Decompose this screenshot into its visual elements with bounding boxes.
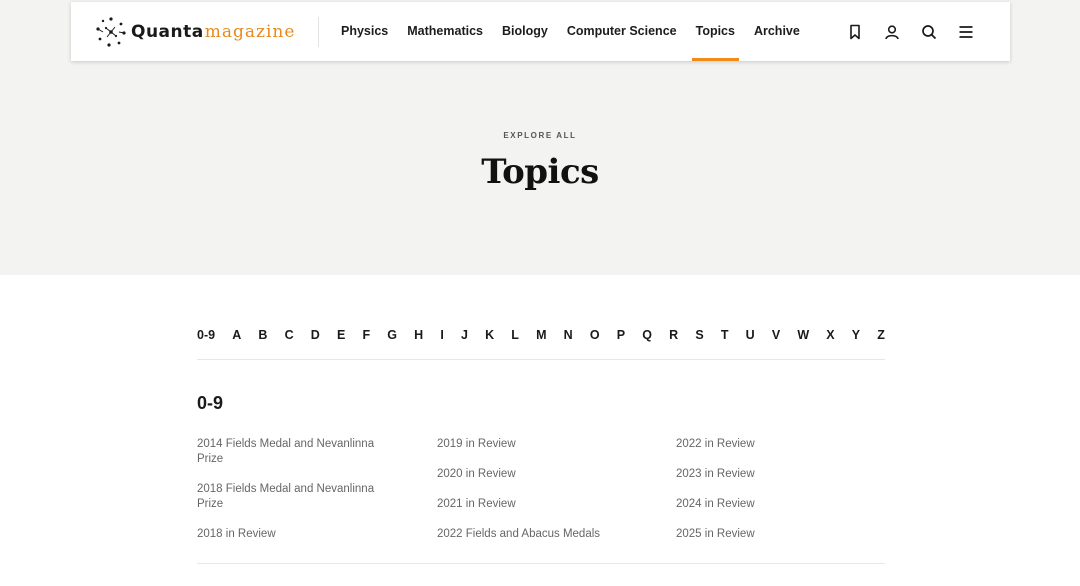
topic-column-1: 2014 Fields Medal and Nevanlinna Prize 2… — [197, 437, 397, 557]
nav-topics[interactable]: Topics — [691, 2, 740, 61]
menu-button[interactable] — [956, 22, 976, 42]
site-header: Quanta magazine Physics Mathematics Biolo… — [71, 2, 1010, 61]
user-icon — [885, 24, 899, 39]
alpha-x[interactable]: X — [826, 328, 834, 342]
account-button[interactable] — [882, 22, 902, 42]
alpha-l[interactable]: L — [511, 328, 519, 342]
logo-text-quanta: Quanta — [131, 22, 204, 42]
search-button[interactable] — [919, 22, 939, 42]
topic-link[interactable]: 2021 in Review — [437, 497, 667, 512]
alpha-i[interactable]: I — [440, 328, 443, 342]
quanta-logo-icon — [96, 17, 126, 47]
alpha-y[interactable]: Y — [852, 328, 860, 342]
hero-eyebrow: EXPLORE ALL — [503, 131, 577, 140]
nav-biology[interactable]: Biology — [502, 2, 548, 61]
topic-column-2: 2019 in Review 2020 in Review 2021 in Re… — [437, 437, 667, 557]
alpha-m[interactable]: M — [536, 328, 546, 342]
topic-link[interactable]: 2018 Fields Medal and Nevanlinna Prize — [197, 482, 397, 512]
alphabet-divider — [197, 359, 885, 360]
topic-link[interactable]: 2025 in Review — [676, 527, 876, 542]
alpha-n[interactable]: N — [564, 328, 573, 342]
alpha-p[interactable]: P — [617, 328, 625, 342]
topic-column-3: 2022 in Review 2023 in Review 2024 in Re… — [676, 437, 876, 557]
topic-link[interactable]: 2023 in Review — [676, 467, 876, 482]
bookmark-icon — [850, 24, 860, 39]
topic-link[interactable]: 2019 in Review — [437, 437, 667, 452]
nav-archive[interactable]: Archive — [754, 2, 800, 61]
section-divider — [197, 563, 885, 564]
page-title: Topics — [481, 152, 599, 192]
alpha-a[interactable]: A — [232, 328, 241, 342]
topic-link[interactable]: 2022 in Review — [676, 437, 876, 452]
topic-link[interactable]: 2022 Fields and Abacus Medals — [437, 527, 667, 542]
bookmark-button[interactable] — [845, 22, 865, 42]
alpha-c[interactable]: C — [285, 328, 294, 342]
alpha-s[interactable]: S — [695, 328, 703, 342]
alpha-k[interactable]: K — [485, 328, 494, 342]
alpha-r[interactable]: R — [669, 328, 678, 342]
alpha-q[interactable]: Q — [642, 328, 652, 342]
alpha-v[interactable]: V — [772, 328, 780, 342]
alpha-j[interactable]: J — [461, 328, 468, 342]
alpha-e[interactable]: E — [337, 328, 345, 342]
alpha-g[interactable]: G — [387, 328, 397, 342]
alpha-0-9[interactable]: 0-9 — [197, 328, 215, 342]
section-heading: 0-9 — [197, 393, 224, 413]
alpha-u[interactable]: U — [746, 328, 755, 342]
search-icon — [922, 24, 937, 39]
alpha-b[interactable]: B — [258, 328, 267, 342]
main-nav: Physics Mathematics Biology Computer Sci… — [341, 2, 819, 61]
alpha-h[interactable]: H — [414, 328, 423, 342]
topic-link[interactable]: 2014 Fields Medal and Nevanlinna Prize — [197, 437, 397, 467]
alpha-o[interactable]: O — [590, 328, 600, 342]
alpha-t[interactable]: T — [721, 328, 729, 342]
alpha-d[interactable]: D — [311, 328, 320, 342]
nav-physics[interactable]: Physics — [341, 2, 388, 61]
alpha-w[interactable]: W — [797, 328, 809, 342]
topic-link[interactable]: 2024 in Review — [676, 497, 876, 512]
alpha-z[interactable]: Z — [877, 328, 885, 342]
header-tools — [828, 2, 976, 61]
alpha-f[interactable]: F — [362, 328, 370, 342]
menu-icon — [959, 25, 973, 38]
logo-text-magazine: magazine — [204, 22, 296, 42]
topic-link[interactable]: 2020 in Review — [437, 467, 667, 482]
header-divider — [318, 17, 319, 47]
nav-computer-science[interactable]: Computer Science — [567, 2, 677, 61]
site-logo[interactable]: Quanta magazine — [95, 16, 305, 48]
alphabet-index: 0-9 A B C D E F G H I J K L M N O P Q R … — [197, 328, 885, 342]
nav-mathematics[interactable]: Mathematics — [407, 2, 483, 61]
topic-link[interactable]: 2018 in Review — [197, 527, 397, 542]
